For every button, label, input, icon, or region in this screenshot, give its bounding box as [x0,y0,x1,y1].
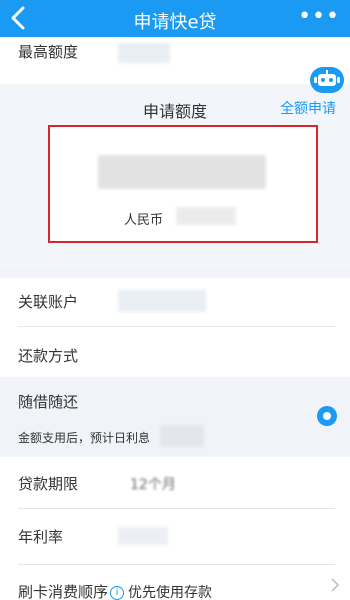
nav-bar: 申请快e贷 ••• [0,0,350,37]
loan-term-value: 12个月 [130,477,176,493]
section-spacer [0,270,350,278]
annual-rate-label: 年利率 [18,528,64,546]
repayment-option-desc: 金额支用后，预计日利息 [18,431,151,445]
amount-value-masked [98,155,266,189]
loan-term-label: 贷款期限 [18,475,79,493]
info-icon[interactable]: i [110,585,125,600]
repayment-option-radio[interactable] [317,406,337,426]
more-menu-button[interactable]: ••• [298,4,340,29]
linked-account-row[interactable]: 关联账户 [0,278,350,326]
chevron-right-icon [330,577,340,597]
max-limit-row: 最高额度 [0,37,350,84]
repayment-option-title: 随借随还 [18,393,79,411]
max-limit-label: 最高额度 [18,43,79,61]
card-order-label: 刷卡消费顺序 i [18,581,125,600]
linked-account-value-masked [118,290,206,312]
loan-term-row[interactable]: 贷款期限 12个月 [0,457,350,508]
repayment-method-label: 还款方式 [18,347,79,365]
card-order-value: 优先使用存款 [128,585,212,600]
card-order-row[interactable]: 刷卡消费顺序 i 优先使用存款 [0,565,350,600]
annual-rate-row: 年利率 [0,509,350,564]
currency-label: 人民币 [124,213,164,228]
card-order-label-text: 刷卡消费顺序 [18,583,109,600]
max-limit-value-masked [118,43,170,63]
robot-assistant-icon[interactable] [310,67,344,93]
annual-rate-value-masked [118,527,168,545]
linked-account-label: 关联账户 [18,293,79,311]
daily-interest-masked [160,425,204,447]
repayment-option-card[interactable]: 随借随还 金额支用后，预计日利息 [0,377,350,457]
amount-text-masked [176,207,236,225]
full-amount-apply-link[interactable]: 全额申请 [280,98,336,118]
apply-amount-input-box[interactable]: 人民币 [48,125,318,243]
repayment-method-row: 还款方式 [0,327,350,377]
